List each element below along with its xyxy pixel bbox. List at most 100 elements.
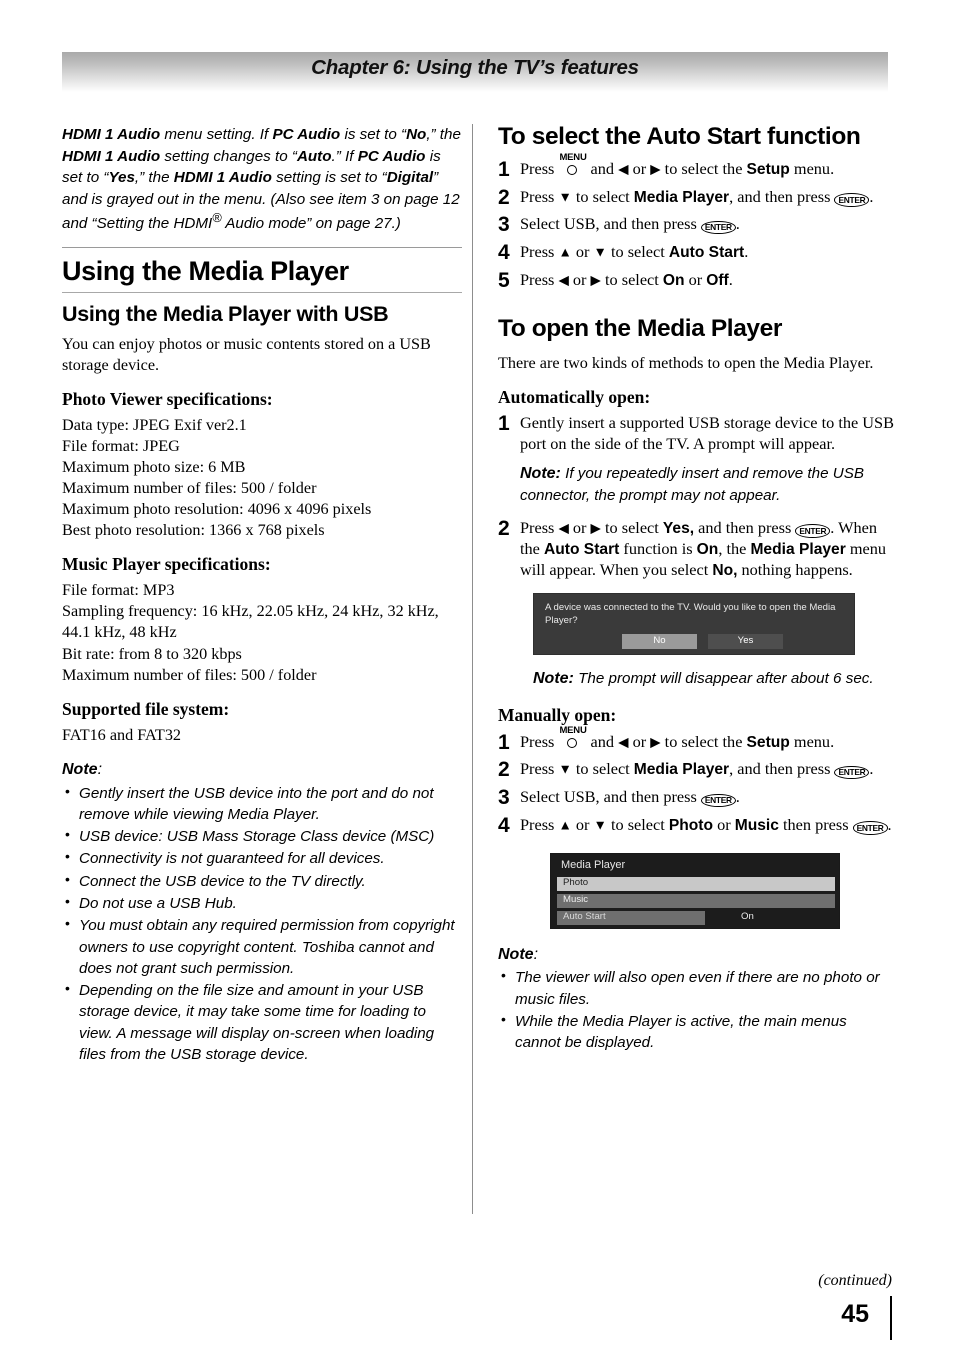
step-3: 3 Select USB, and then press ENTER. <box>498 213 896 238</box>
step-text: Select USB, and then press ENTER. <box>520 214 740 235</box>
music-player-heading: Music Player specifications: <box>62 554 271 575</box>
up-arrow-icon: ▲ <box>558 817 572 833</box>
up-arrow-icon: ▲ <box>558 244 572 260</box>
enter-button-icon: ENTER <box>795 524 831 538</box>
hdmi-audio-note-t7: ,” the <box>134 169 174 187</box>
auto-open-step-2: 2 Press ◀ or ▶ to select Yes, and then p… <box>498 516 896 581</box>
step-number: 3 <box>498 786 510 810</box>
step-1: 1 Press MENU and ◀ or ▶ to select the Se… <box>498 151 896 183</box>
step-text: Press ◀ or ▶ to select On or Off. <box>520 270 733 289</box>
menu-button-icon: MENU <box>559 726 587 750</box>
step-text: Press MENU and ◀ or ▶ to select the Setu… <box>520 151 835 178</box>
step-number: 2 <box>498 758 510 782</box>
enter-button-icon: ENTER <box>852 821 888 835</box>
note-label: Note: <box>533 669 574 687</box>
heading-automatically-open: Automatically open: <box>498 386 651 407</box>
hdmi-audio-note-term-2: PC Audio <box>272 126 341 143</box>
note-colon: : <box>97 760 103 778</box>
note-repeated-insert: Note: If you repeatedly insert and remov… <box>520 463 896 506</box>
media-player-auto-start-value: On <box>741 911 754 923</box>
media-player-row-music[interactable]: Music <box>557 893 835 908</box>
manual-step-4: 4 Press ▲ or ▼ to select Photo or Music … <box>498 814 896 839</box>
left-note-header: Note: <box>62 759 462 781</box>
spec-line: File format: JPEG <box>62 436 180 455</box>
right-arrow-icon: ▶ <box>650 161 661 177</box>
column-divider <box>472 124 473 1214</box>
page-number: 45 <box>841 1300 869 1328</box>
music-player-spec-list: File format: MP3 Sampling frequency: 16 … <box>62 580 462 685</box>
step-number: 1 <box>498 157 510 181</box>
media-player-row-label: Music <box>563 894 589 906</box>
step-number: 1 <box>498 730 510 754</box>
step-text: Press ◀ or ▶ to select Yes, and then pre… <box>520 517 887 579</box>
tv-prompt-message: A device was connected to the TV. Would … <box>545 601 836 626</box>
no-term: No, <box>712 561 738 579</box>
note-colon: : <box>533 945 539 963</box>
step-text: Press MENU and ◀ or ▶ to select the Setu… <box>520 724 835 751</box>
right-column: To select the Auto Start function 1 Pres… <box>498 123 896 1055</box>
spec-line: Sampling frequency: 16 kHz, 22.05 kHz, 2… <box>62 602 439 642</box>
tv-usb-prompt-dialog: A device was connected to the TV. Would … <box>533 592 855 655</box>
list-item: Depending on the file size and amount in… <box>62 979 462 1065</box>
subsection-heading-usb: Using the Media Player with USB <box>62 302 389 327</box>
spec-line: Best photo resolution: 1366 x 768 pixels <box>62 521 325 540</box>
heading-auto-start-function: To select the Auto Start function <box>498 123 861 150</box>
file-system-value: FAT16 and FAT32 <box>62 725 182 744</box>
rule-above-section <box>62 246 462 248</box>
hdmi-audio-note-term-1: HDMI 1 Audio <box>62 126 161 143</box>
open-intro-paragraph: There are two kinds of methods to open t… <box>498 353 874 372</box>
hdmi-audio-note-digital: Digital <box>386 169 434 187</box>
left-arrow-icon: ◀ <box>618 161 629 177</box>
chapter-header-band: Chapter 6: Using the TV’s features <box>62 52 888 92</box>
media-player-row-label: Photo <box>563 877 589 889</box>
note-text: The prompt will disappear after about 6 … <box>573 669 874 687</box>
spec-line: Maximum photo size: 6 MB <box>62 457 246 476</box>
left-column: HDMI 1 Audio menu setting. If PC Audio i… <box>62 124 462 1066</box>
media-player-osd-menu: Media Player Photo Music Auto Start On <box>550 852 840 929</box>
list-item: While the Media Player is active, the ma… <box>498 1010 896 1054</box>
spec-line: File format: MP3 <box>62 581 175 600</box>
left-arrow-icon: ◀ <box>558 272 569 288</box>
hdmi-audio-note-term-5: HDMI 1 Audio <box>173 169 272 187</box>
hdmi-audio-note-t4: setting changes to “ <box>160 147 297 165</box>
list-item: You must obtain any required permission … <box>62 914 462 979</box>
down-arrow-icon: ▼ <box>558 189 572 205</box>
hdmi-audio-note-term-3: HDMI 1 Audio <box>62 147 161 165</box>
manual-step-1: 1 Press MENU and ◀ or ▶ to select the Se… <box>498 724 896 756</box>
list-item: Connectivity is not guaranteed for all d… <box>62 847 462 869</box>
right-note-header: Note: <box>498 944 896 966</box>
media-player-menu-title: Media Player <box>561 858 626 871</box>
left-arrow-icon: ◀ <box>618 734 629 750</box>
spec-line: Data type: JPEG Exif ver2.1 <box>62 415 247 434</box>
heading-to-open-media-player: To open the Media Player <box>498 314 783 342</box>
tv-prompt-no-button[interactable]: No <box>622 633 697 649</box>
manual-step-2: 2 Press ▼ to select Media Player, and th… <box>498 758 896 783</box>
step-5: 5 Press ◀ or ▶ to select On or Off. <box>498 269 896 294</box>
yes-term: Yes, <box>662 519 695 537</box>
hdmi-audio-note: HDMI 1 Audio menu setting. If PC Audio i… <box>62 124 462 235</box>
heading-manually-open: Manually open: <box>498 705 617 726</box>
media-player-row-auto-start[interactable]: Auto Start <box>557 910 705 925</box>
manual-open-steps: 1 Press MENU and ◀ or ▶ to select the Se… <box>498 724 896 839</box>
menu-button-icon: MENU <box>559 153 587 177</box>
rule-below-section <box>62 292 462 294</box>
usb-intro-paragraph: You can enjoy photos or music contents s… <box>62 334 431 374</box>
spec-line: Maximum number of files: 500 / folder <box>62 479 317 498</box>
hdmi-audio-note-term-4: PC Audio <box>357 147 426 165</box>
step-number: 4 <box>498 241 510 265</box>
tv-prompt-yes-button[interactable]: Yes <box>708 633 783 649</box>
note-label: Note <box>62 760 98 778</box>
registered-mark: ® <box>212 211 222 226</box>
down-arrow-icon: ▼ <box>593 817 607 833</box>
section-heading-using-media-player: Using the Media Player <box>62 255 349 286</box>
media-player-row-photo[interactable]: Photo <box>557 876 835 891</box>
list-item: The viewer will also open even if there … <box>498 966 896 1010</box>
auto-open-step-1: 1 Gently insert a supported USB storage … <box>498 411 896 455</box>
down-arrow-icon: ▼ <box>558 761 572 777</box>
hdmi-audio-note-t8: setting is set to “ <box>271 169 387 187</box>
step-number: 1 <box>498 411 510 435</box>
hdmi-audio-note-yes: Yes <box>108 169 135 187</box>
step-number: 2 <box>498 516 510 540</box>
hdmi-audio-note-t1: menu setting. If <box>160 126 273 143</box>
hdmi-audio-note-no: No <box>406 126 427 143</box>
